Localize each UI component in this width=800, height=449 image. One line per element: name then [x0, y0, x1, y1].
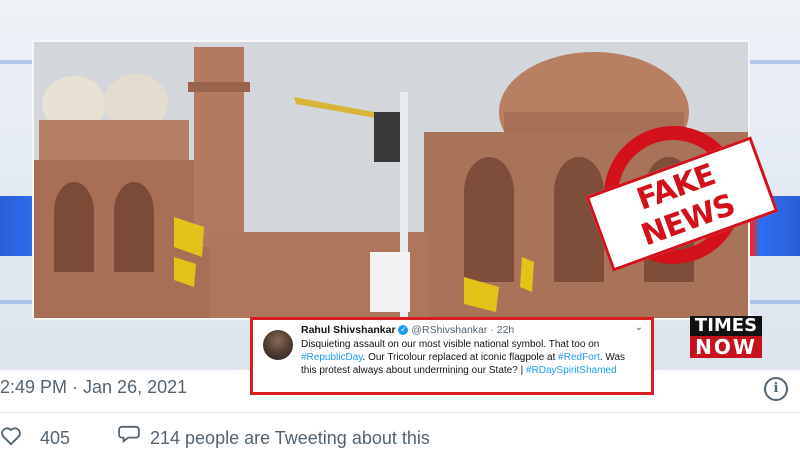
heart-icon[interactable] [0, 426, 22, 446]
divider [0, 412, 800, 413]
logo-line-2: NOW [690, 336, 762, 358]
tweet-author-handle[interactable]: @RShivshankar [411, 324, 487, 336]
tweet-header: Rahul Shivshankar ✓ @RShivshankar · 22h [301, 324, 643, 336]
hashtag-link[interactable]: #RedFort [558, 352, 600, 363]
hashtag-link[interactable]: #RDaySpiritShamed [526, 365, 617, 376]
hashtag-link[interactable]: #RepublicDay [301, 352, 363, 363]
people-tweeting-link[interactable]: 214 people are Tweeting about this [150, 428, 430, 449]
logo-line-1: TIMES [690, 316, 762, 336]
embedded-tweet-card[interactable]: Rahul Shivshankar ✓ @RShivshankar · 22h … [250, 317, 654, 395]
tweet-text: Disquieting assault on our most visible … [301, 339, 600, 350]
tweet-author-name[interactable]: Rahul Shivshankar [301, 324, 396, 336]
times-now-logo: TIMES NOW [690, 316, 762, 360]
tweet-time[interactable]: · 22h [490, 324, 514, 336]
comment-icon[interactable] [118, 425, 140, 443]
tweet-body: Disquieting assault on our most visible … [301, 338, 643, 377]
avatar[interactable] [263, 330, 293, 360]
chevron-down-icon[interactable]: ⌄ [635, 322, 643, 333]
like-count[interactable]: 405 [40, 428, 70, 449]
verified-icon: ✓ [398, 325, 409, 336]
info-icon[interactable]: i [764, 377, 788, 401]
post-timestamp[interactable]: 2:49 PM · Jan 26, 2021 [0, 377, 187, 398]
tweet-text: . Our Tricolour replaced at iconic flagp… [362, 352, 559, 363]
